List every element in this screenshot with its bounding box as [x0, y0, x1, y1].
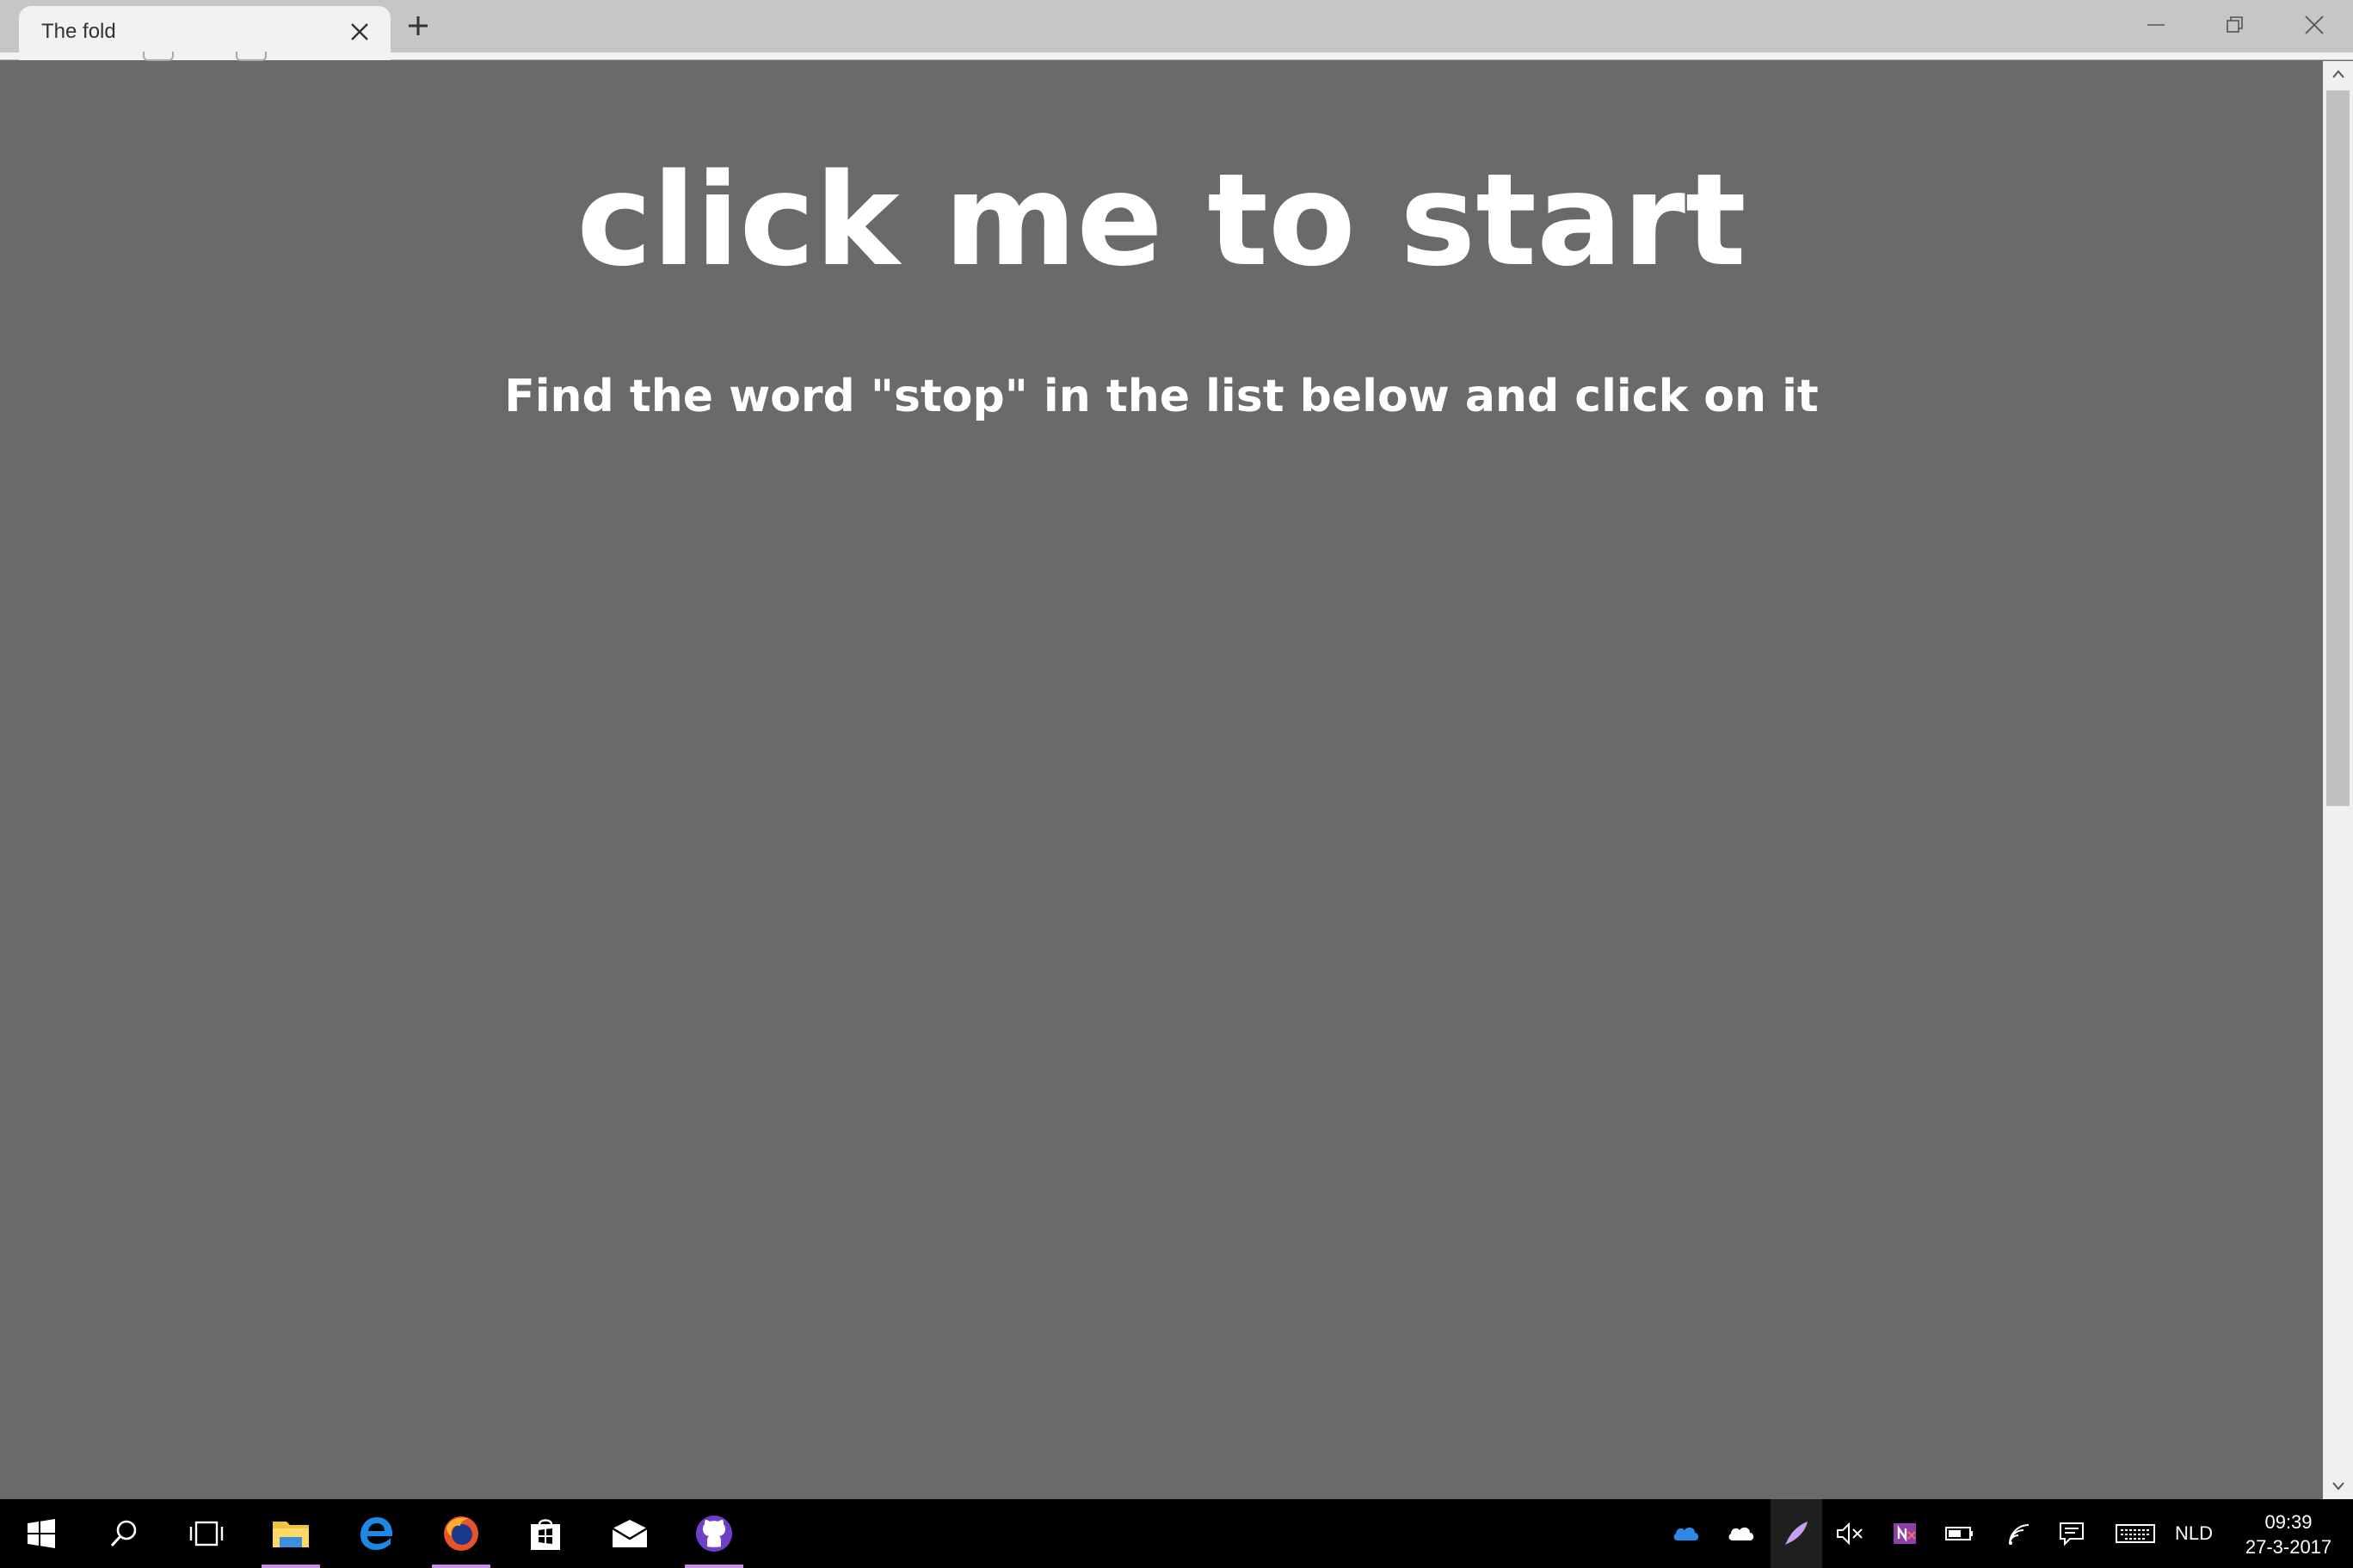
onedrive-tray-icon[interactable] — [1660, 1499, 1712, 1568]
task-view-icon — [189, 1521, 224, 1546]
battery-icon[interactable] — [1934, 1499, 1986, 1568]
volume-muted-icon[interactable] — [1824, 1499, 1876, 1568]
onenote-tray-icon[interactable] — [1879, 1499, 1931, 1568]
taskbar: NLD 09:39 27-3-2017 — [0, 1499, 2353, 1568]
active-indicator — [685, 1565, 743, 1568]
clock-time: 09:39 — [2264, 1511, 2313, 1533]
close-window-button[interactable] — [2275, 0, 2353, 50]
store-icon — [531, 1519, 560, 1550]
start-button[interactable]: click me to start — [0, 147, 2323, 293]
active-indicator — [432, 1565, 490, 1568]
firefox-icon — [444, 1516, 478, 1551]
clock-date: 27-3-2017 — [2245, 1536, 2332, 1558]
cloud-tray-icon[interactable] — [1715, 1499, 1767, 1568]
page-content: click me to start Find the word "stop" i… — [0, 61, 2323, 1499]
github-icon — [696, 1516, 732, 1552]
scroll-down-arrow[interactable] — [2323, 1473, 2353, 1499]
start-button-taskbar[interactable] — [0, 1499, 83, 1568]
search-icon — [110, 1520, 137, 1547]
active-indicator — [262, 1565, 320, 1568]
restore-icon — [2227, 16, 2243, 33]
browser-titlebar: The fold — [0, 0, 2353, 61]
touch-keyboard-icon[interactable] — [2108, 1499, 2163, 1568]
mail-button[interactable] — [588, 1499, 671, 1568]
windows-start-icon — [28, 1519, 55, 1548]
clock[interactable]: 09:39 27-3-2017 — [2233, 1510, 2344, 1559]
edge-button[interactable] — [336, 1499, 418, 1568]
tab-close-icon[interactable] — [342, 15, 377, 49]
pen-tray-icon[interactable] — [1771, 1499, 1822, 1568]
new-tab-button[interactable] — [401, 9, 435, 43]
file-explorer-icon — [273, 1522, 309, 1547]
action-center-icon[interactable] — [2046, 1499, 2097, 1568]
minimize-button[interactable] — [2116, 0, 2196, 50]
tab-title: The fold — [41, 20, 116, 43]
mail-icon — [612, 1520, 648, 1547]
minimize-icon — [2147, 24, 2165, 26]
tab-drag-handle[interactable] — [143, 52, 174, 61]
plus-icon — [409, 16, 428, 35]
chevron-down-icon — [2331, 1482, 2344, 1491]
restore-button[interactable] — [2196, 0, 2275, 50]
chevron-up-icon — [2331, 70, 2344, 78]
firefox-button[interactable] — [420, 1499, 502, 1568]
browser-tab[interactable]: The fold — [19, 6, 391, 60]
edge-icon — [360, 1517, 393, 1550]
scroll-thumb[interactable] — [2326, 90, 2350, 806]
search-taskbar-button[interactable] — [83, 1499, 165, 1568]
close-icon — [2305, 15, 2324, 34]
tab-drag-handle[interactable] — [236, 52, 267, 61]
file-explorer-button[interactable] — [249, 1499, 332, 1568]
wifi-icon[interactable] — [1994, 1499, 2046, 1568]
github-button[interactable] — [673, 1499, 755, 1568]
task-view-button[interactable] — [165, 1499, 248, 1568]
instruction-text: Find the word "stop" in the list below a… — [504, 371, 1819, 422]
scroll-up-arrow[interactable] — [2323, 61, 2353, 87]
vertical-scrollbar[interactable] — [2323, 61, 2353, 1499]
store-button[interactable] — [504, 1499, 587, 1568]
input-language[interactable]: NLD — [2175, 1499, 2213, 1568]
